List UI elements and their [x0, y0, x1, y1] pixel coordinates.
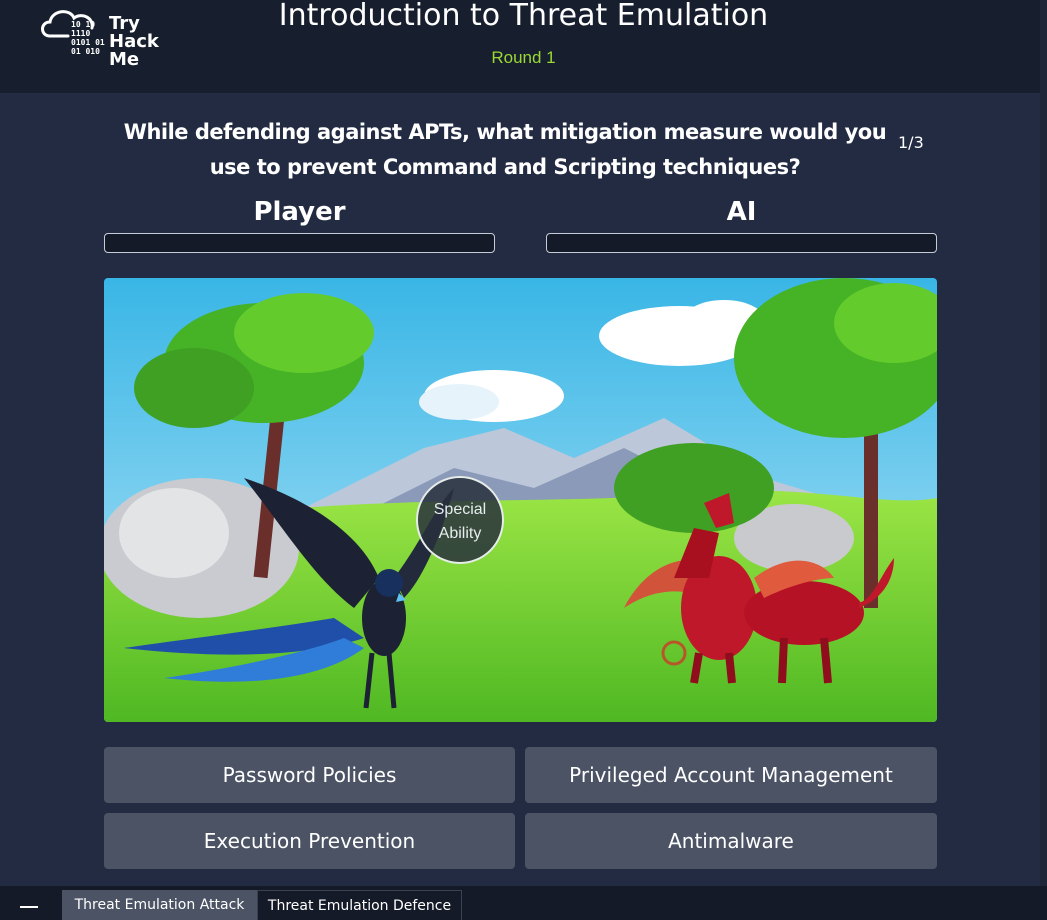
question-text: While defending against APTs, what mitig… [123, 120, 887, 179]
special-ability-label-1: Special [433, 501, 487, 518]
player-label: Player [253, 197, 346, 227]
tab-threat-emulation-attack[interactable]: Threat Emulation Attack [62, 890, 257, 920]
player-health-bar [104, 233, 495, 253]
answer-button-antimalware[interactable]: Antimalware [525, 813, 937, 869]
minimize-icon[interactable] [20, 906, 38, 908]
header-bar: 10 10 1110 0101 01 01 010 Try Hack Me In… [0, 0, 1047, 93]
question-counter: 1/3 [898, 133, 924, 152]
answer-button-execution-prevention[interactable]: Execution Prevention [104, 813, 515, 869]
special-ability-label-2: Ability [438, 525, 482, 542]
ai-health-bar [546, 233, 937, 253]
scrollbar[interactable] [1040, 0, 1047, 886]
tab-threat-emulation-defence[interactable]: Threat Emulation Defence [257, 890, 462, 920]
battle-scene [104, 278, 937, 722]
answer-button-privileged-account-management[interactable]: Privileged Account Management [525, 747, 937, 803]
special-ability-button[interactable]: Special Ability [416, 476, 504, 564]
answer-button-password-policies[interactable]: Password Policies [104, 747, 515, 803]
ai-label: AI [726, 197, 757, 227]
round-indicator: Round 1 [491, 48, 556, 67]
page-title: Introduction to Threat Emulation [278, 0, 769, 33]
